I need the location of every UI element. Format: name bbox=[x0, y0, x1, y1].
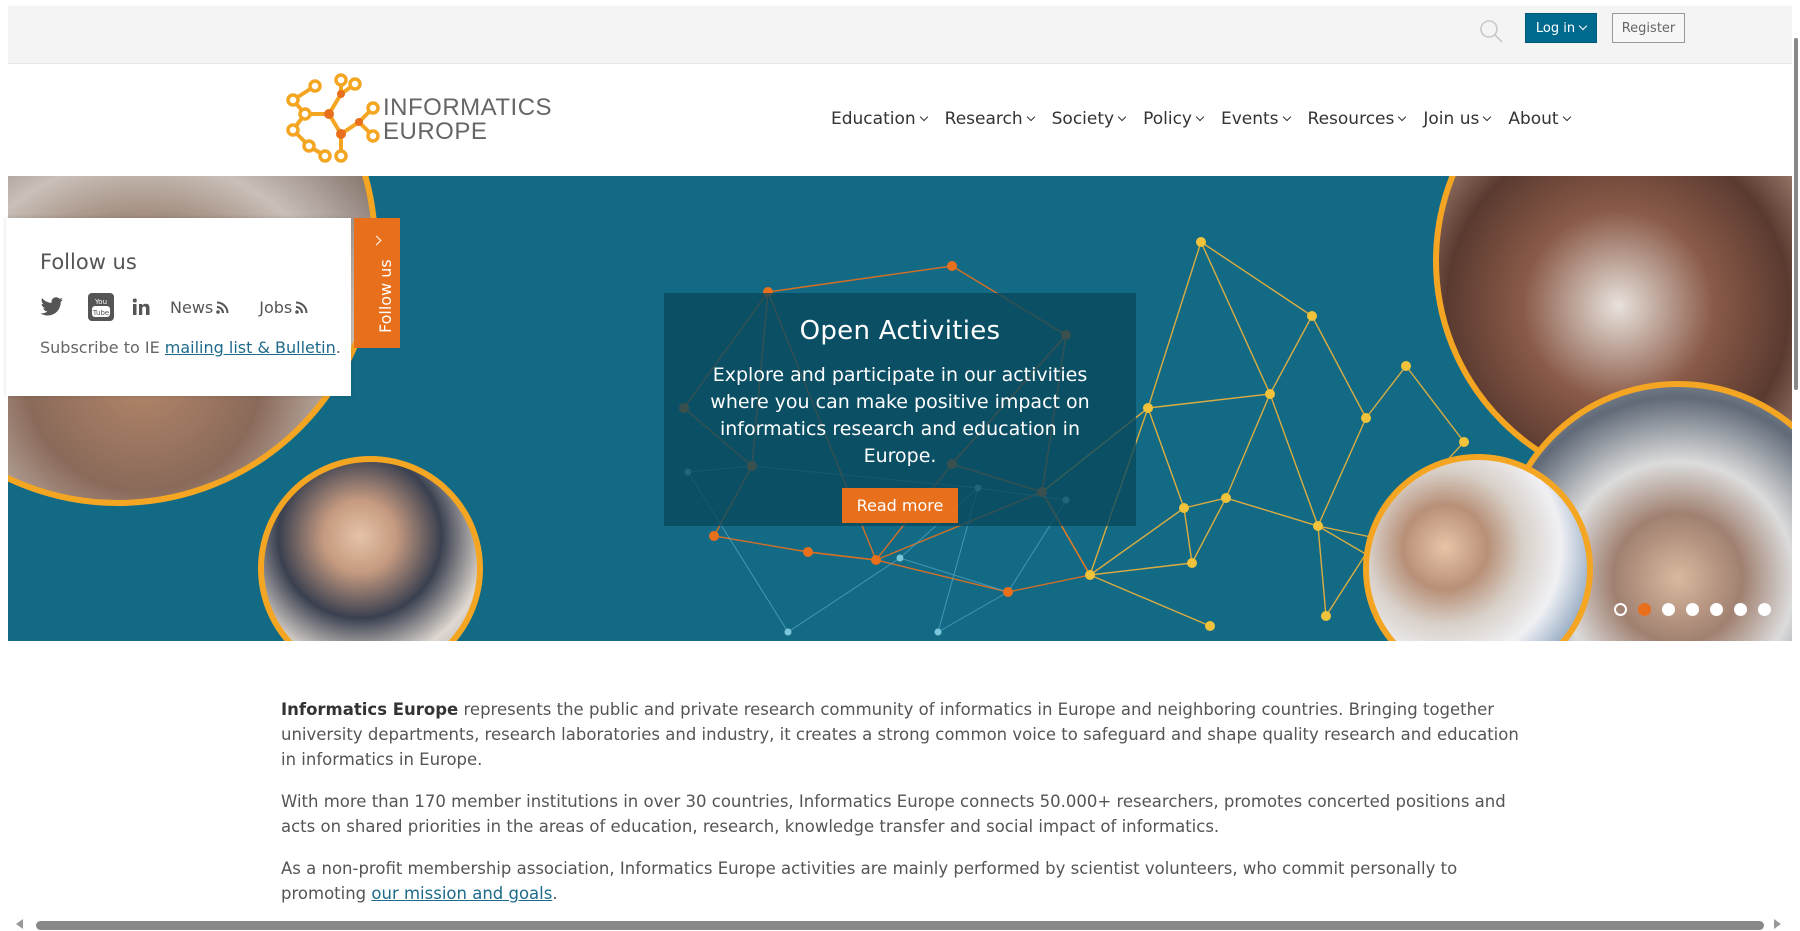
search-icon[interactable] bbox=[1479, 19, 1503, 43]
chevron-down-icon bbox=[1117, 112, 1127, 122]
read-more-button[interactable]: Read more bbox=[841, 488, 959, 523]
slider-dot-4[interactable] bbox=[1686, 603, 1699, 616]
nav-label: Research bbox=[944, 109, 1023, 129]
nav-research[interactable]: Research bbox=[936, 106, 1043, 132]
social-links: You Tube News Jobs bbox=[40, 292, 308, 322]
nav-label: Education bbox=[831, 109, 916, 129]
youtube-icon[interactable]: You Tube bbox=[87, 292, 115, 322]
horizontal-scroll-thumb[interactable] bbox=[36, 921, 1764, 930]
org-name: Informatics Europe bbox=[281, 700, 459, 719]
jobs-label: Jobs bbox=[259, 297, 293, 317]
logo-line-1: INFORMATICS bbox=[383, 94, 553, 121]
nav-policy[interactable]: Policy bbox=[1134, 106, 1212, 132]
nav-label: Policy bbox=[1143, 109, 1192, 129]
rss-icon bbox=[295, 301, 308, 314]
register-label: Register bbox=[1621, 20, 1676, 36]
twitter-icon[interactable] bbox=[40, 297, 64, 317]
main-nav: Education Research Society Policy Events… bbox=[831, 106, 1579, 132]
hero-caption: Open Activities Explore and participate … bbox=[664, 293, 1136, 526]
slider-dot-3[interactable] bbox=[1662, 603, 1675, 616]
vertical-scroll-thumb[interactable] bbox=[1794, 38, 1798, 390]
intro-paragraph-2: With more than 170 member institutions i… bbox=[281, 792, 1506, 836]
slider-dots bbox=[1614, 603, 1771, 616]
slider-dot-2[interactable] bbox=[1638, 603, 1651, 616]
chevron-down-icon bbox=[1483, 112, 1492, 122]
svg-text:You: You bbox=[94, 298, 107, 306]
hero-body: Explore and participate in our activitie… bbox=[710, 364, 1090, 467]
slider-dot-6[interactable] bbox=[1734, 603, 1747, 616]
nav-label: Events bbox=[1220, 109, 1279, 129]
scroll-right-arrow-icon[interactable] bbox=[1774, 919, 1781, 929]
nav-society[interactable]: Society bbox=[1043, 106, 1134, 132]
slider-dot-5[interactable] bbox=[1710, 603, 1723, 616]
logo-wordmark[interactable]: INFORMATICS EUROPE bbox=[383, 96, 552, 144]
rss-icon bbox=[216, 301, 229, 314]
chevron-down-icon bbox=[1282, 112, 1291, 122]
news-feed-link[interactable]: News bbox=[170, 298, 229, 317]
mailing-list-link[interactable]: mailing list & Bulletin bbox=[165, 338, 336, 357]
follow-us-tab-label: Follow us bbox=[376, 259, 395, 333]
linkedin-icon[interactable] bbox=[132, 298, 150, 316]
follow-us-toggle-tab[interactable]: Follow us bbox=[354, 218, 400, 348]
nav-label: Resources bbox=[1307, 109, 1395, 129]
nav-education[interactable]: Education bbox=[831, 106, 936, 132]
svg-text:Tube: Tube bbox=[92, 309, 109, 317]
hero-title: Open Activities bbox=[799, 316, 1001, 346]
nav-events[interactable]: Events bbox=[1212, 106, 1299, 132]
chevron-down-icon bbox=[1195, 112, 1205, 122]
slider-dot-1[interactable] bbox=[1614, 603, 1627, 616]
nav-label: Society bbox=[1051, 109, 1115, 129]
subscribe-suffix: . bbox=[335, 338, 341, 357]
intro-paragraph-3: As a non-profit membership association, … bbox=[281, 856, 1526, 906]
nav-about[interactable]: About bbox=[1499, 106, 1578, 132]
mission-goals-link[interactable]: our mission and goals bbox=[371, 884, 552, 903]
intro-paragraph-1: Informatics Europe represents the public… bbox=[281, 697, 1526, 772]
intro-text: Informatics Europe represents the public… bbox=[281, 697, 1526, 923]
intro-p3-end: . bbox=[552, 884, 558, 903]
nav-join-us[interactable]: Join us bbox=[1414, 106, 1499, 132]
login-label: Log in bbox=[1535, 20, 1576, 36]
news-label: News bbox=[170, 297, 214, 317]
subscribe-prefix: Subscribe to IE bbox=[40, 338, 165, 357]
register-button[interactable]: Register bbox=[1612, 13, 1685, 43]
nav-label: About bbox=[1508, 109, 1559, 129]
jobs-feed-link[interactable]: Jobs bbox=[259, 298, 308, 317]
scroll-left-arrow-icon[interactable] bbox=[16, 919, 23, 929]
chevron-down-icon bbox=[1578, 21, 1588, 31]
follow-us-panel: Follow us You Tube News Jobs Subscribe t… bbox=[6, 218, 351, 396]
login-button[interactable]: Log in bbox=[1525, 13, 1597, 43]
nav-resources[interactable]: Resources bbox=[1299, 106, 1415, 132]
subscribe-text: Subscribe to IE mailing list & Bulletin. bbox=[40, 338, 341, 357]
nav-label: Join us bbox=[1423, 109, 1480, 129]
chevron-down-icon bbox=[1026, 112, 1035, 122]
chevron-right-icon bbox=[371, 235, 382, 246]
slider-dot-7[interactable] bbox=[1758, 603, 1771, 616]
chevron-down-icon bbox=[1398, 112, 1407, 122]
logo-line-2: EUROPE bbox=[383, 118, 488, 145]
follow-us-title: Follow us bbox=[40, 250, 137, 274]
intro-p1-text: represents the public and private resear… bbox=[281, 700, 1519, 769]
chevron-down-icon bbox=[1562, 112, 1571, 122]
chevron-down-icon bbox=[919, 112, 928, 122]
